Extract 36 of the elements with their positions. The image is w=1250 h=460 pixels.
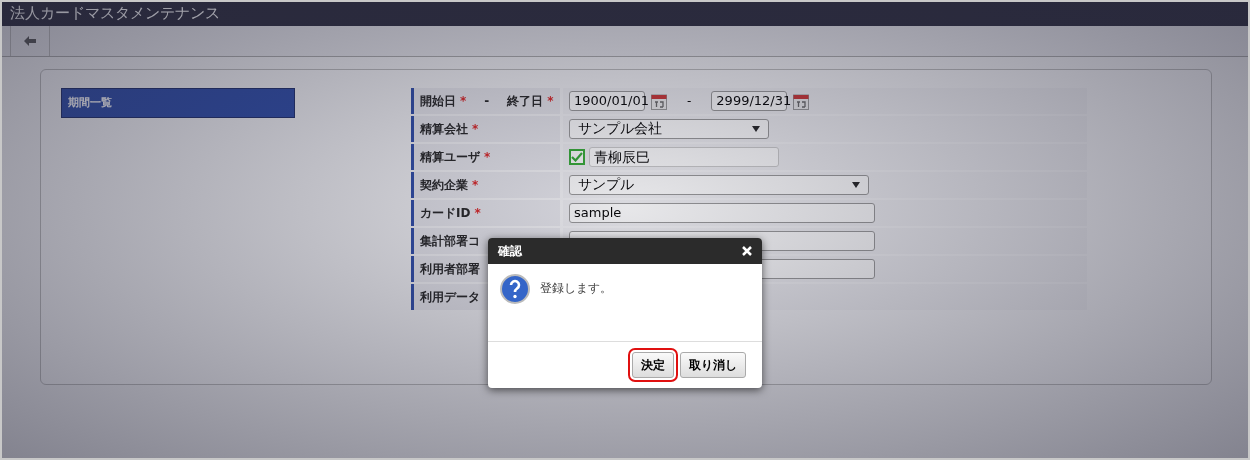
required-mark: * (474, 206, 481, 220)
dialog-button[interactable]: 取り消し (680, 352, 746, 378)
range-separator: - (687, 94, 692, 108)
dropdown-select[interactable]: サンプル (569, 175, 869, 195)
dropdown-caret-icon (752, 126, 760, 132)
text-field[interactable]: sample (569, 203, 875, 223)
required-mark: * (547, 94, 554, 108)
back-button[interactable] (10, 26, 50, 56)
field-label: 利用データ (420, 288, 480, 306)
field-label: 開始日 (420, 92, 456, 110)
field-label: 精算会社 (420, 120, 468, 138)
sidebar-item[interactable]: 期間一覧 (61, 88, 295, 118)
field-label: 集計部署コ (420, 232, 480, 250)
calendar-icon[interactable] (651, 92, 667, 110)
dropdown-select[interactable]: サンプル会社 (569, 119, 769, 139)
field-label: 精算ユーザ (420, 148, 480, 166)
dialog-message: 登録します。 (540, 280, 612, 297)
user-field[interactable]: 青柳辰巳 (589, 147, 779, 167)
required-mark: * (484, 150, 491, 164)
end-date-field[interactable]: 2999/12/31 (711, 91, 788, 111)
field-label: 契約企業 (420, 176, 468, 194)
field-label: 利用者部署 (420, 260, 480, 278)
window-title: 法人カードマスタメンテナンス (2, 2, 1248, 26)
calendar-icon[interactable] (793, 92, 810, 110)
field-label: カードID (420, 204, 471, 222)
required-mark: * (472, 178, 479, 192)
close-icon[interactable] (742, 246, 752, 256)
dropdown-caret-icon (852, 182, 860, 188)
question-icon (500, 274, 530, 304)
back-arrow-icon[interactable] (24, 36, 36, 46)
field-label: 終了日 (507, 92, 544, 110)
required-mark: * (460, 94, 467, 108)
dialog-title: 確認 (498, 242, 522, 260)
required-mark: * (472, 122, 479, 136)
checkbox[interactable] (569, 149, 585, 165)
label-separator: - (484, 94, 490, 108)
